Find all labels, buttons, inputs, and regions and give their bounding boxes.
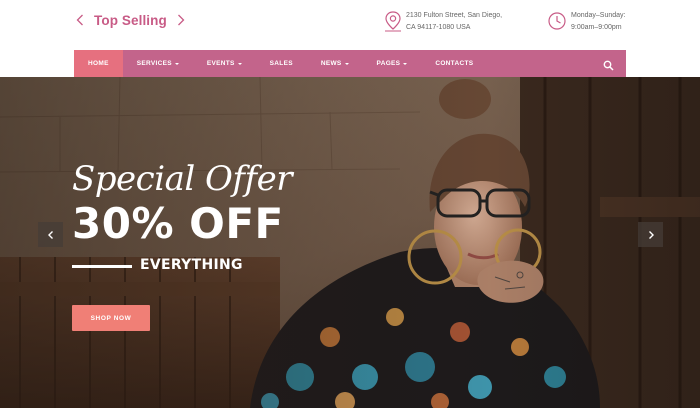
caret-down-icon [174, 62, 179, 65]
hero-subline: EVERYTHING [140, 257, 243, 273]
chevron-right-icon[interactable] [173, 10, 189, 30]
hero-script-title: Special Offer [72, 159, 292, 199]
brand-carousel: Top Selling [72, 10, 189, 30]
hours-line-1: Monday–Sunday: [571, 12, 626, 19]
hours-line-2: 9:00am–9:00pm [571, 24, 622, 31]
caret-down-icon [237, 62, 242, 65]
nav-item-label: Sales [269, 60, 293, 67]
nav-item-label: Home [88, 60, 109, 67]
slider-prev-button[interactable] [38, 222, 63, 247]
chevron-right-icon [648, 230, 654, 239]
nav-item-services[interactable]: Services [123, 50, 193, 77]
brand-name[interactable]: Top Selling [88, 13, 173, 28]
hours-info: Monday–Sunday: 9:00am–9:00pm [547, 10, 625, 34]
chevron-left-icon[interactable] [72, 10, 88, 30]
search-icon[interactable] [603, 58, 614, 71]
nav-item-pages[interactable]: Pages [363, 50, 422, 77]
nav-item-contacts[interactable]: Contacts [421, 50, 487, 77]
address-line-2: CA 94117-1080 USA [406, 24, 471, 31]
hero-headline: 30% OFF [72, 199, 284, 248]
chevron-left-icon [47, 230, 53, 239]
nav-item-sales[interactable]: Sales [256, 50, 307, 77]
nav-item-home[interactable]: Home [74, 50, 123, 77]
clock-icon [547, 10, 569, 34]
shop-now-button[interactable]: SHOP NOW [72, 305, 150, 331]
nav-item-events[interactable]: Events [193, 50, 256, 77]
hero-divider [72, 265, 132, 268]
caret-down-icon [403, 62, 408, 65]
nav-item-label: Contacts [435, 60, 474, 67]
nav-item-label: Services [136, 60, 172, 67]
address-info: 2130 Fulton Street, San Diego, CA 94117-… [382, 10, 502, 34]
nav-item-label: Events [206, 60, 235, 67]
main-nav: Home Services Events Sales News Pages Co… [74, 50, 626, 77]
hero-slider: Special Offer 30% OFF EVERYTHING SHOP NO… [0, 77, 700, 408]
map-pin-icon [382, 10, 404, 34]
slider-next-button[interactable] [638, 222, 663, 247]
top-bar: Top Selling 2130 Fulton Street, San Dieg… [0, 0, 700, 50]
nav-item-news[interactable]: News [307, 50, 363, 77]
address-line-1: 2130 Fulton Street, San Diego, [406, 12, 503, 19]
caret-down-icon [344, 62, 349, 65]
nav-item-label: News [320, 60, 342, 67]
nav-item-label: Pages [376, 60, 401, 67]
